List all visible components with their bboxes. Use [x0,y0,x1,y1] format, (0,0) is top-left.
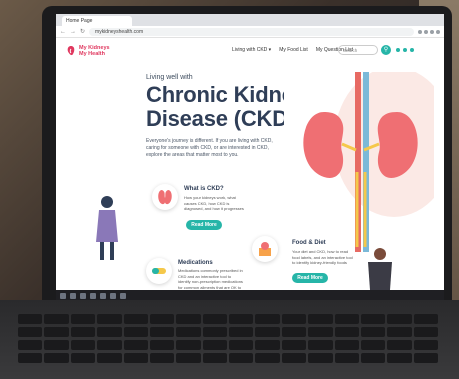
taskbar-app-icon[interactable] [100,293,106,299]
read-more-button-what-is-ckd[interactable]: Read More [186,220,222,230]
start-icon[interactable] [60,293,66,299]
nav-my-food-list[interactable]: My Food List [279,47,308,53]
kidney-icon [152,184,178,210]
extension-icon[interactable] [430,29,434,34]
card-text-medications: Medications commonly prescribed in CKD a… [178,268,243,290]
search-button[interactable]: ⚲ [381,45,391,55]
hero-title-line1: Chronic Kidney [146,82,306,107]
arrow-right-icon[interactable]: → [70,29,76,35]
hero-title-line2: Disease (CKD) [146,106,296,131]
social-icon[interactable] [403,48,407,52]
main-nav: Living with CKD ▾ My Food List My Questi… [232,47,353,53]
card-title-what-is-ckd: What is CKD? [184,186,224,192]
browser-tab[interactable]: Home Page [62,16,132,26]
hero-intro: Everyone's journey is different. If you … [146,138,273,158]
site-header: My Kidneys My Health Living with CKD ▾ M… [56,39,444,63]
card-text-what-is-ckd: How your kidneys work, what causes CKD, … [184,195,244,211]
card-text-food-diet: Your diet and CKD, how to read food labe… [292,249,353,265]
hero-kicker: Living well with [146,74,193,81]
extension-icons [418,29,440,34]
url-field[interactable]: mykidneyshealth.com [89,27,414,36]
food-icon [252,236,278,262]
arrow-left-icon[interactable]: ← [60,29,66,35]
taskbar-app-icon[interactable] [70,293,76,299]
taskbar-app-icon[interactable] [120,293,126,299]
social-icon[interactable] [410,48,414,52]
search-input[interactable]: Search [338,45,378,55]
card-title-medications: Medications [178,260,213,266]
social-icons [396,48,414,52]
logo-text-line2: My Health [79,51,105,57]
read-more-button-food-diet[interactable]: Read More [292,273,328,283]
child-illustration [96,196,118,260]
refresh-icon[interactable]: ↻ [80,28,85,35]
site-logo[interactable]: My Kidneys My Health [66,45,110,57]
browser-address-bar: ← → ↻ mykidneyshealth.com [56,26,444,38]
search-icon: ⚲ [383,47,389,53]
man-illustration [368,248,392,290]
card-title-food-diet: Food & Diet [292,240,326,246]
nav-living-with-ckd[interactable]: Living with CKD ▾ [232,47,271,53]
browser-tab-bar: Home Page [56,14,444,26]
kidney-illustration [284,72,434,252]
taskbar-app-icon[interactable] [80,293,86,299]
taskbar-app-icon[interactable] [110,293,116,299]
social-icon[interactable] [396,48,400,52]
laptop-screen: Home Page ← → ↻ mykidneyshealth.com My K… [56,14,444,302]
extension-icon[interactable] [424,29,428,34]
taskbar-app-icon[interactable] [90,293,96,299]
extension-icon[interactable] [418,29,422,34]
kidney-logo-icon [67,46,75,56]
keyboard [18,314,438,364]
pills-icon [146,258,172,284]
extension-icon[interactable] [436,29,440,34]
